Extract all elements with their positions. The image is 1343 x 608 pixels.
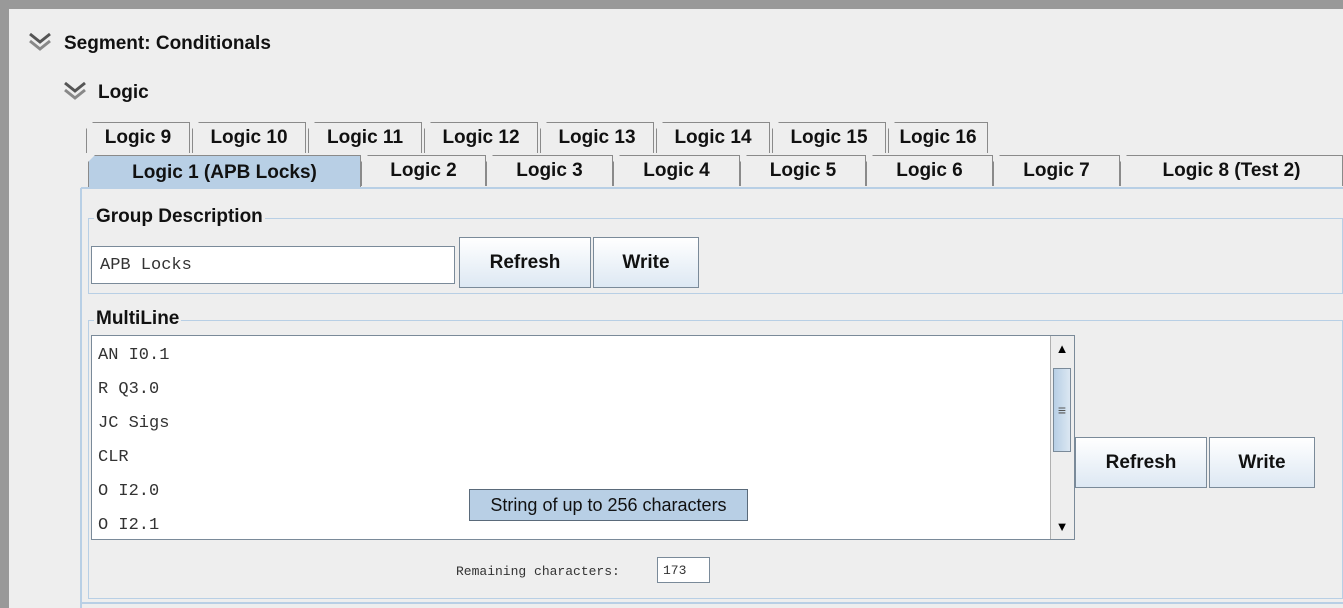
tab-panel-left-edge <box>80 188 82 608</box>
tab-logic-11[interactable]: Logic 11 <box>308 122 422 153</box>
logic-expand-chevron-icon[interactable] <box>62 79 88 103</box>
window-left-border <box>0 0 9 608</box>
tab-logic-14[interactable]: Logic 14 <box>656 122 770 153</box>
tab-logic-2[interactable]: Logic 2 <box>361 155 486 186</box>
window-top-border <box>0 0 1343 9</box>
tab-logic-7[interactable]: Logic 7 <box>993 155 1120 186</box>
remaining-characters-field: 173 <box>657 557 710 583</box>
multiline-line-6: O I2.1 <box>98 516 160 535</box>
tab-logic-9[interactable]: Logic 9 <box>86 122 190 153</box>
tab-panel-top-edge <box>81 187 1343 189</box>
multiline-line-5: O I2.0 <box>98 482 160 501</box>
grip-icon: ≡ <box>1057 402 1067 418</box>
tab-logic-6[interactable]: Logic 6 <box>866 155 993 186</box>
multiline-line-2: R Q3.0 <box>98 380 160 399</box>
remaining-characters-label: Remaining characters: <box>456 564 620 579</box>
scroll-up-icon[interactable]: ▲ <box>1051 337 1073 359</box>
logic-title: Logic <box>98 82 149 103</box>
group-description-refresh-button[interactable]: Refresh <box>459 237 591 288</box>
tab-logic-1-apb-locks[interactable]: Logic 1 (APB Locks) <box>88 155 361 189</box>
multiline-legend: MultiLine <box>94 308 182 330</box>
segment-expand-chevron-icon[interactable] <box>27 30 53 54</box>
group-description-write-button[interactable]: Write <box>593 237 699 288</box>
tab-panel-bottom-edge <box>80 602 1343 604</box>
multiline-scrollbar[interactable]: ▲ ≡ ▼ <box>1050 336 1074 539</box>
group-description-legend: Group Description <box>94 206 265 228</box>
multiline-line-1: AN I0.1 <box>98 346 170 365</box>
tab-logic-12[interactable]: Logic 12 <box>424 122 538 153</box>
tab-logic-3[interactable]: Logic 3 <box>486 155 613 186</box>
tab-logic-13[interactable]: Logic 13 <box>540 122 654 153</box>
tooltip: String of up to 256 characters <box>469 489 748 521</box>
multiline-refresh-button[interactable]: Refresh <box>1075 437 1207 488</box>
tab-logic-16[interactable]: Logic 16 <box>888 122 988 153</box>
multiline-line-4: CLR <box>98 448 129 467</box>
multiline-line-3: JC Sigs <box>98 414 170 433</box>
group-description-input[interactable]: APB Locks <box>91 246 455 284</box>
scroll-down-icon[interactable]: ▼ <box>1051 515 1073 537</box>
tab-logic-5[interactable]: Logic 5 <box>740 155 866 186</box>
tab-logic-15[interactable]: Logic 15 <box>772 122 886 153</box>
tab-logic-10[interactable]: Logic 10 <box>192 122 306 153</box>
segment-title: Segment: Conditionals <box>64 33 271 54</box>
scroll-thumb[interactable]: ≡ <box>1053 368 1071 452</box>
tab-logic-4[interactable]: Logic 4 <box>613 155 740 186</box>
tab-logic-8-test-2[interactable]: Logic 8 (Test 2) <box>1120 155 1343 186</box>
multiline-write-button[interactable]: Write <box>1209 437 1315 488</box>
